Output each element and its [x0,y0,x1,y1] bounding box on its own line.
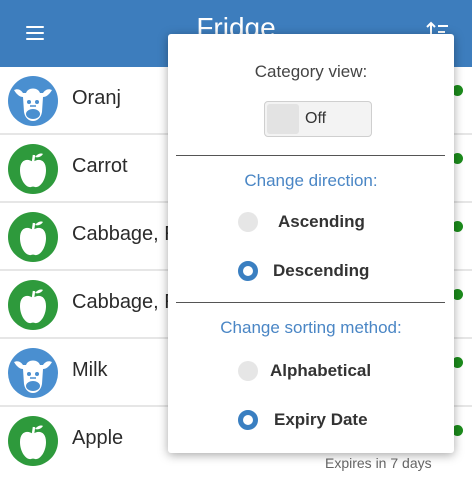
cow-icon [8,76,58,126]
radio-button[interactable] [238,361,258,381]
radio-ascending[interactable]: Ascending [168,207,454,237]
radio-label: Descending [273,261,370,280]
radio-label: Ascending [278,212,365,231]
item-name: Cabbage, R [72,291,179,313]
radio-expiry-date[interactable]: Expiry Date [168,405,454,435]
expiry-label: Expires in 7 days [325,455,432,471]
direction-heading: Change direction: [244,171,378,190]
apple-icon [8,416,58,466]
item-name: Carrot [72,155,128,177]
radio-label: Alphabetical [270,361,372,380]
radio-label: Expiry Date [274,410,368,429]
radio-alphabetical[interactable]: Alphabetical [168,356,454,386]
radio-button-checked[interactable] [238,261,258,281]
apple-icon [8,280,58,330]
cow-icon [8,348,58,398]
radio-button-checked[interactable] [238,410,258,430]
toggle-state-label: Off [305,110,327,127]
category-view-label: Category view: [254,62,368,81]
radio-descending[interactable]: Descending [168,256,454,286]
apple-icon [8,144,58,194]
item-name: Cabbage, R [72,223,179,245]
divider [176,155,445,156]
sort-options-popover: Category view: Off Change direction: Asc… [168,34,454,453]
item-name: Oranj [72,87,121,109]
divider [176,302,445,303]
radio-button[interactable] [238,212,258,232]
category-view-toggle[interactable]: Off [264,101,372,137]
sorting-method-heading: Change sorting method: [220,318,402,337]
apple-icon [8,212,58,262]
item-name: Apple [72,427,124,449]
item-name: Milk [72,359,108,381]
toggle-knob [267,104,299,134]
